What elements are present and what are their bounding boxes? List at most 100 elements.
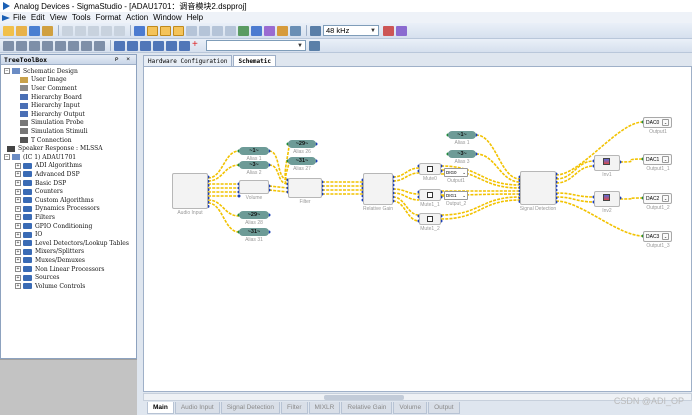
tree-item[interactable]: + Volume Controls — [15, 282, 85, 291]
align-left-icon[interactable] — [186, 25, 197, 36]
menu-edit[interactable]: Edit — [31, 13, 45, 22]
copy-icon[interactable] — [75, 25, 86, 36]
send-back-icon[interactable] — [16, 40, 27, 51]
expand-icon[interactable]: + — [15, 231, 21, 238]
expand-icon[interactable]: + — [15, 248, 21, 255]
pointer-icon[interactable] — [134, 25, 145, 36]
tree-item[interactable]: − Schematic Design — [4, 67, 78, 76]
page-tab-filter[interactable]: Filter — [281, 402, 308, 414]
tree-item[interactable]: + Non Linear Processors — [15, 265, 104, 274]
ungroup-icon[interactable] — [42, 40, 53, 51]
tree-item[interactable]: Simulation Probe — [20, 119, 84, 128]
save-icon[interactable] — [29, 25, 40, 36]
stop-icon[interactable] — [290, 25, 301, 36]
page-tab-audio-input[interactable]: Audio Input — [174, 402, 220, 414]
alias-block[interactable]: ~29~ — [239, 211, 269, 219]
layout-6-icon[interactable] — [179, 40, 190, 51]
dac-output-block[interactable]: DAC3 ⌄ — [643, 231, 672, 242]
tree-item[interactable]: + Sources — [15, 273, 59, 282]
alias-block[interactable]: ~31~ — [288, 157, 316, 165]
align-top-icon[interactable] — [225, 25, 236, 36]
select-tool-icon[interactable] — [147, 25, 158, 36]
expand-icon[interactable]: + — [15, 274, 21, 281]
tree-item[interactable]: + IO — [15, 230, 42, 239]
group-icon[interactable] — [29, 40, 40, 51]
add-color-icon[interactable]: + — [192, 39, 200, 51]
align-right-icon[interactable] — [212, 25, 223, 36]
cut-icon[interactable] — [62, 25, 73, 36]
dac-output-block[interactable]: DAC2 ⌄ — [643, 193, 672, 204]
inverter-toggle[interactable] — [603, 194, 610, 201]
flip-icon[interactable] — [94, 40, 105, 51]
expand-icon[interactable]: + — [15, 171, 21, 178]
alias-block[interactable]: ~3~ — [448, 150, 476, 158]
tree-item[interactable]: + Muxes/Demuxes — [15, 256, 85, 265]
download-icon[interactable] — [251, 25, 262, 36]
export-icon[interactable] — [277, 25, 288, 36]
tree-item[interactable]: Simulation Stimuli — [20, 127, 88, 136]
tree-item[interactable]: User Comment — [20, 84, 77, 93]
mute-checkbox[interactable] — [427, 166, 433, 172]
rotate-icon[interactable] — [81, 40, 92, 51]
open-folder-icon[interactable] — [16, 25, 27, 36]
chevron-down-icon[interactable]: ⌄ — [662, 119, 669, 126]
tree-item[interactable]: Hierarchy Board — [20, 93, 82, 102]
undo-icon[interactable] — [101, 25, 112, 36]
expand-icon[interactable]: + — [15, 180, 21, 187]
tree-item[interactable]: + Level Detectors/Lookup Tables — [15, 239, 129, 248]
expand-icon[interactable]: + — [15, 188, 21, 195]
menu-file[interactable]: File — [13, 13, 26, 22]
alias-block[interactable]: ~3~ — [239, 161, 269, 169]
page-tab-relative-gain[interactable]: Relative Gain — [341, 402, 393, 414]
link-compile-icon[interactable] — [238, 25, 249, 36]
filter-block[interactable] — [288, 178, 322, 198]
tree-item[interactable]: + Custom Algorithms — [15, 196, 94, 205]
page-tab-volume[interactable]: Volume — [393, 402, 428, 414]
unlock-icon[interactable] — [68, 40, 79, 51]
tree-item[interactable]: Hierarchy Output — [20, 110, 85, 119]
layout-4-icon[interactable] — [153, 40, 164, 51]
font-size-icon[interactable] — [309, 40, 320, 51]
audio-input-block[interactable] — [172, 173, 208, 209]
wrench-icon[interactable] — [396, 25, 407, 36]
tree-item[interactable]: + GPIO Conditioning — [15, 222, 92, 231]
tree-item[interactable]: Hierarchy Input — [20, 101, 80, 110]
dig-selector[interactable]: DIG0 ⌄ — [444, 168, 468, 177]
inverter-toggle[interactable] — [603, 158, 610, 165]
page-tab-output[interactable]: Output — [428, 402, 460, 414]
expand-icon[interactable]: + — [15, 162, 21, 169]
layout-1-icon[interactable] — [114, 40, 125, 51]
tree-item[interactable]: + Filters — [15, 213, 55, 222]
tree-item[interactable]: + Counters — [15, 187, 63, 196]
layout-2-icon[interactable] — [127, 40, 138, 51]
compile-icon[interactable] — [264, 25, 275, 36]
print-icon[interactable] — [42, 25, 53, 36]
chevron-down-icon[interactable]: ⌄ — [662, 233, 669, 240]
chevron-down-icon[interactable]: ⌄ — [662, 195, 669, 202]
tree-item[interactable]: User Image — [20, 76, 67, 85]
lock-icon[interactable] — [55, 40, 66, 51]
expand-icon[interactable]: + — [15, 223, 21, 230]
alias-block[interactable]: ~1~ — [448, 131, 476, 139]
mute-checkbox[interactable] — [427, 216, 433, 222]
alias-block[interactable]: ~29~ — [288, 140, 316, 148]
wire-tool-icon[interactable] — [160, 25, 171, 36]
chevron-down-icon[interactable]: ⌄ — [662, 156, 669, 163]
expand-icon[interactable]: + — [15, 240, 21, 247]
schematic-canvas[interactable]: Audio Input Volume Filter Relative Gain Mute… — [143, 66, 692, 392]
block-tool-icon[interactable] — [173, 25, 184, 36]
menu-help[interactable]: Help — [187, 13, 203, 22]
menu-view[interactable]: View — [50, 13, 67, 22]
dac-output-block[interactable]: DAC1 ⌄ — [643, 154, 672, 165]
alias-block[interactable]: ~31~ — [239, 228, 269, 236]
expand-icon[interactable]: + — [15, 266, 21, 273]
menu-window[interactable]: Window — [153, 13, 181, 22]
alias-block[interactable]: ~1~ — [239, 147, 269, 155]
relative-gain-block[interactable] — [363, 173, 393, 205]
new-file-icon[interactable] — [3, 25, 14, 36]
tree-item[interactable]: + Dynamics Processors — [15, 205, 100, 214]
dac-output-block[interactable]: DAC0 ⌄ — [643, 117, 672, 128]
sample-rate-select[interactable]: 48 kHz ▼ — [323, 25, 379, 36]
expand-icon[interactable]: + — [15, 197, 21, 204]
expand-icon[interactable]: + — [15, 257, 21, 264]
